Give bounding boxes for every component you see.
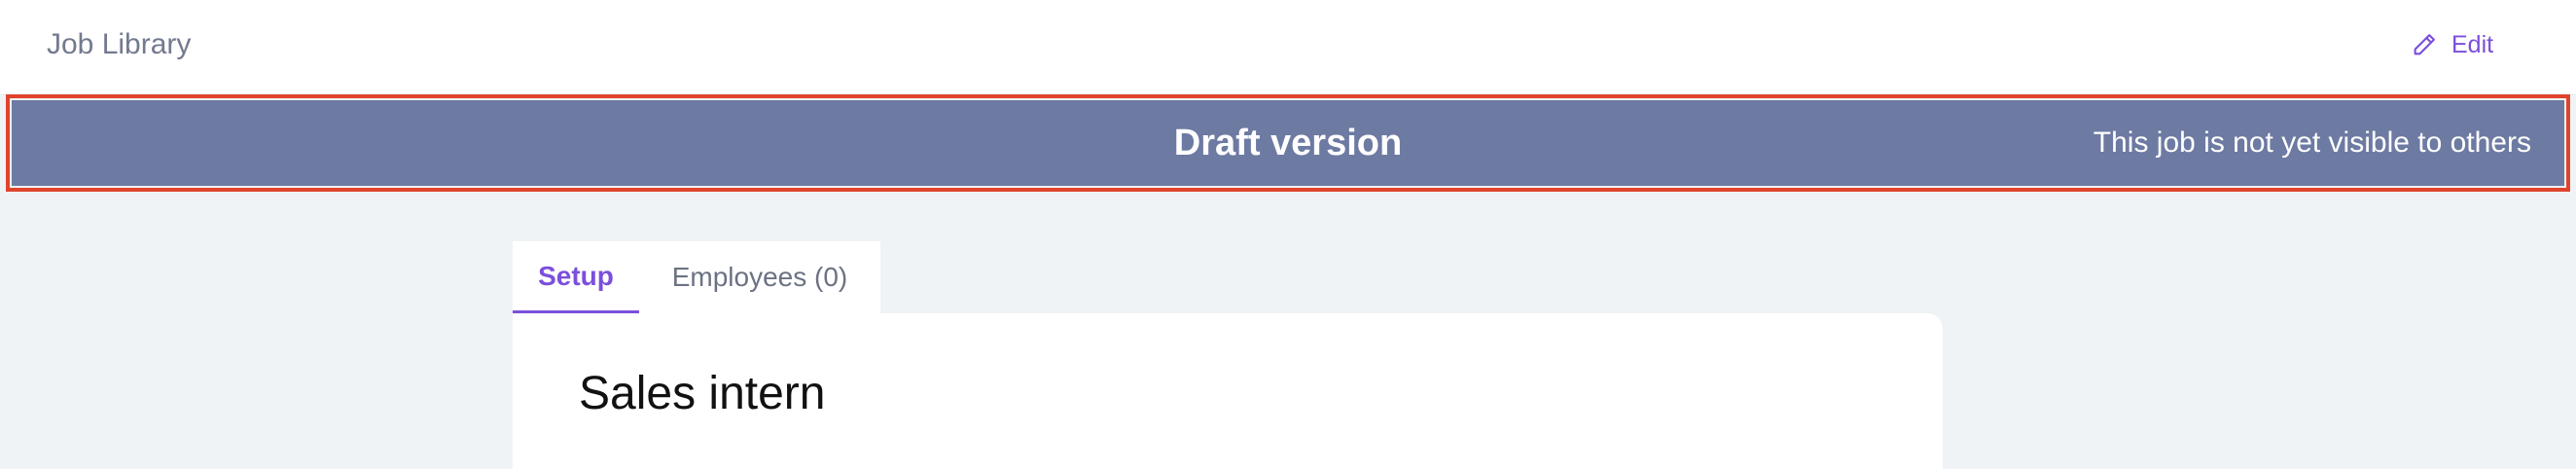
top-bar: Job Library Edit: [0, 0, 2576, 93]
job-title: Sales intern: [579, 368, 826, 419]
breadcrumb-job-library[interactable]: Job Library: [47, 27, 191, 62]
draft-banner: Draft version This job is not yet visibl…: [12, 100, 2564, 186]
pencil-icon: [2411, 31, 2438, 58]
edit-button[interactable]: Edit: [2411, 25, 2493, 64]
banner-visibility-note: This job is not yet visible to others: [2093, 126, 2531, 159]
job-setup-card: Sales intern: [513, 313, 1943, 469]
job-tabs: Setup Employees (0): [513, 241, 880, 313]
tab-employees[interactable]: Employees (0): [639, 241, 880, 313]
edit-label: Edit: [2451, 30, 2494, 58]
tab-setup[interactable]: Setup: [513, 241, 639, 313]
